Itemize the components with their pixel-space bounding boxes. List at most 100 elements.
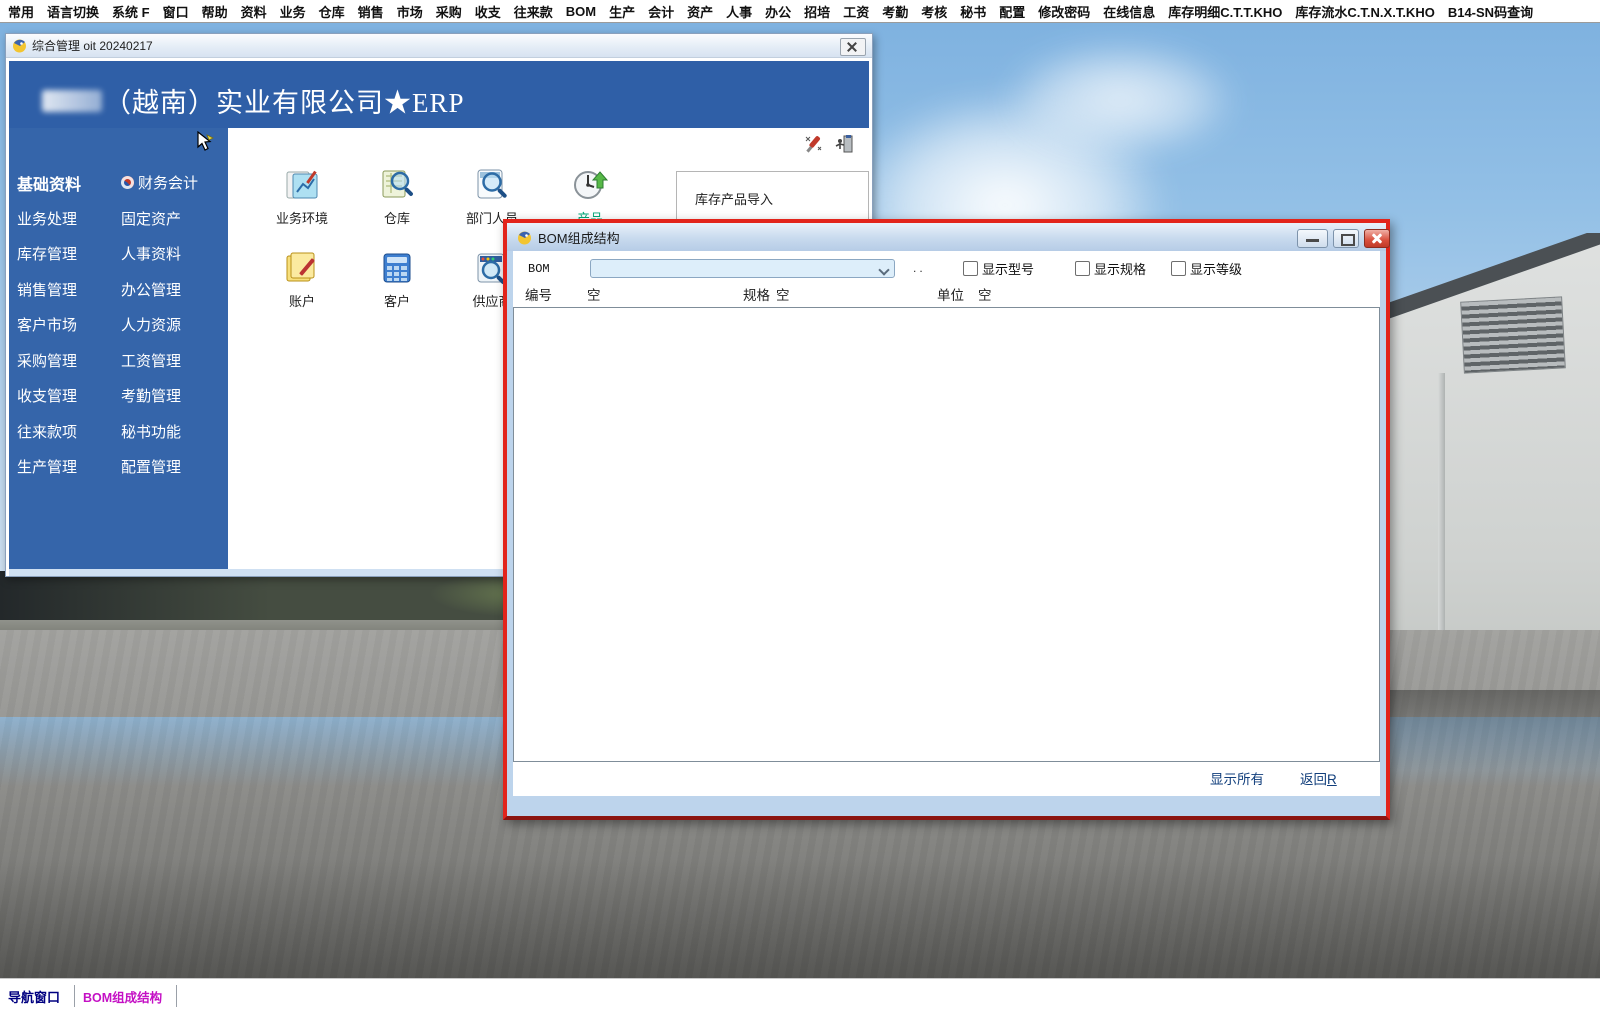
menu-item[interactable]: 帮助 — [202, 2, 228, 21]
bom-combobox[interactable] — [590, 259, 895, 278]
menu-item[interactable]: 资料 — [241, 2, 267, 21]
shortcut-label: 账户 — [257, 291, 347, 310]
menu-item[interactable]: 采购 — [436, 2, 462, 21]
field-value-unit: 空 — [978, 284, 992, 304]
taskbar-item-navigation-window[interactable]: 导航窗口 — [0, 985, 75, 1007]
menu-item[interactable]: 常用 — [8, 2, 34, 21]
field-label-number: 编号 — [525, 284, 552, 304]
sidebar-item-customer-market[interactable]: 客户市场 — [17, 307, 81, 343]
field-value-number: 空 — [587, 284, 601, 304]
menu-item[interactable]: 在线信息 — [1103, 2, 1155, 21]
menu-item[interactable]: 办公 — [765, 2, 791, 21]
menu-item[interactable]: 市场 — [397, 2, 423, 21]
browse-dots[interactable]: .. — [913, 261, 926, 275]
utility-item-import-stock-products[interactable]: 库存产品导入 — [695, 186, 868, 213]
checkbox-show-model[interactable]: 显示型号 — [963, 259, 1034, 278]
sidebar-item-inventory[interactable]: 库存管理 — [17, 236, 81, 272]
back-button[interactable]: 返回R — [1300, 768, 1337, 788]
shortcut-business-environment[interactable]: 业务环境 — [257, 166, 347, 227]
menu-item[interactable]: 收支 — [475, 2, 501, 21]
menu-item[interactable]: 销售 — [358, 2, 384, 21]
main-window-titlebar[interactable]: 综合管理 oit 20240217 — [6, 34, 872, 58]
shortcut-customers[interactable]: 客户 — [352, 249, 442, 310]
menu-item[interactable]: 人事 — [726, 2, 752, 21]
app-icon — [12, 38, 27, 53]
sidebar-item-hr-data[interactable]: 人事资料 — [121, 236, 198, 272]
sidebar-item-label: 往来款项 — [17, 421, 77, 442]
menu-item[interactable]: 窗口 — [163, 2, 189, 21]
menu-item[interactable]: 工资 — [843, 2, 869, 21]
foreground-shadow — [0, 858, 1600, 978]
dialog-titlebar[interactable]: BOM组成结构 — [507, 223, 1386, 251]
checkbox-show-grade[interactable]: 显示等级 — [1171, 259, 1242, 278]
sidebar-item-finance-accounting[interactable]: 财务会计 — [121, 165, 198, 201]
menu-item[interactable]: 生产 — [609, 2, 635, 21]
sidebar-item-label: 客户市场 — [17, 314, 77, 335]
chevron-down-icon — [880, 266, 888, 274]
checkbox-label: 显示规格 — [1094, 259, 1146, 278]
wallpaper-warehouse-building — [1383, 233, 1600, 695]
sidebar-item-fixed-assets[interactable]: 固定资产 — [121, 201, 198, 237]
shortcut-warehouse[interactable]: 仓库 — [352, 166, 442, 227]
dialog-icon — [517, 230, 532, 245]
minimize-icon[interactable] — [1297, 229, 1328, 248]
sidebar-item-office[interactable]: 办公管理 — [121, 272, 198, 308]
sidebar-item-business[interactable]: 业务处理 — [17, 201, 81, 237]
menu-item[interactable]: 往来款 — [514, 2, 553, 21]
sidebar-item-income-expense[interactable]: 收支管理 — [17, 378, 81, 414]
menu-item[interactable]: 招培 — [804, 2, 830, 21]
building-shadow — [1380, 690, 1600, 770]
menu-item[interactable]: 配置 — [999, 2, 1025, 21]
menu-item[interactable]: 秘书 — [960, 2, 986, 21]
sidebar-column-2: 财务会计 固定资产 人事资料 办公管理 人力资源 工资管理 考勤管理 秘书功能 … — [121, 165, 198, 485]
shortcut-product[interactable]: 产品 — [545, 166, 635, 227]
sidebar-item-human-resources[interactable]: 人力资源 — [121, 307, 198, 343]
dialog-info-row: 编号 空 规格 空 单位 空 — [513, 284, 1380, 304]
menu-item[interactable]: 资产 — [687, 2, 713, 21]
sidebar-item-payroll[interactable]: 工资管理 — [121, 343, 198, 379]
sidebar-item-sales[interactable]: 销售管理 — [17, 272, 81, 308]
main-window-close-icon[interactable] — [840, 38, 866, 56]
sidebar-item-attendance[interactable]: 考勤管理 — [121, 378, 198, 414]
menu-item[interactable]: 考勤 — [882, 2, 908, 21]
maximize-icon[interactable] — [1333, 229, 1359, 248]
menu-item[interactable]: 语言切换 — [47, 2, 99, 21]
menu-item[interactable]: 考核 — [921, 2, 947, 21]
taskbar-item-label: BOM组成结构 — [83, 987, 162, 1006]
checkbox-label: 显示型号 — [982, 259, 1034, 278]
dialog-content: BOM .. 显示型号 显示规格 显示等级 编号 空 规格 空 单位 空 显示所… — [513, 251, 1380, 796]
shortcut-label: 客户 — [352, 291, 442, 310]
menu-item[interactable]: 库存明细C.T.T.KHO — [1168, 2, 1282, 21]
menu-item[interactable]: 业务 — [280, 2, 306, 21]
sidebar-item-purchasing[interactable]: 采购管理 — [17, 343, 81, 379]
menu-item[interactable]: 修改密码 — [1038, 2, 1090, 21]
taskbar-item-label: 导航窗口 — [8, 987, 60, 1006]
sidebar-item-label: 固定资产 — [121, 208, 181, 229]
bom-structure-list[interactable] — [513, 307, 1380, 762]
sidebar-item-receivables[interactable]: 往来款项 — [17, 414, 81, 450]
shortcut-accounts[interactable]: 账户 — [257, 249, 347, 310]
dialog-title: BOM组成结构 — [538, 228, 620, 247]
sidebar-item-basic-data[interactable]: 基础资料 — [17, 165, 81, 201]
menu-item[interactable]: BOM — [566, 4, 596, 19]
field-label-spec: 规格 — [743, 284, 770, 304]
menu-item[interactable]: 库存流水C.T.N.X.T.KHO — [1295, 2, 1434, 21]
sidebar-item-label: 人力资源 — [121, 314, 181, 335]
menu-item[interactable]: 系统 F — [112, 2, 150, 21]
sidebar-item-secretary[interactable]: 秘书功能 — [121, 414, 198, 450]
taskbar-item-bom-structure[interactable]: BOM组成结构 — [75, 985, 177, 1007]
sidebar-item-production[interactable]: 生产管理 — [17, 449, 81, 485]
building-vent-grille — [1460, 296, 1566, 373]
show-all-button[interactable]: 显示所有 — [1210, 768, 1264, 788]
shortcut-department-staff[interactable]: 部门人员 — [447, 166, 537, 227]
sidebar-item-configuration[interactable]: 配置管理 — [121, 449, 198, 485]
sidebar-item-label: 收支管理 — [17, 385, 77, 406]
menu-item[interactable]: 仓库 — [319, 2, 345, 21]
menu-item[interactable]: B14-SN码查询 — [1448, 2, 1533, 21]
tools-screwdriver-icon[interactable] — [804, 134, 824, 154]
checkbox-show-spec[interactable]: 显示规格 — [1075, 259, 1146, 278]
close-icon[interactable] — [1364, 229, 1390, 248]
menu-item[interactable]: 会计 — [648, 2, 674, 21]
exit-door-icon[interactable] — [834, 134, 854, 154]
company-title: （越南）实业有限公司★ERP — [104, 81, 465, 120]
